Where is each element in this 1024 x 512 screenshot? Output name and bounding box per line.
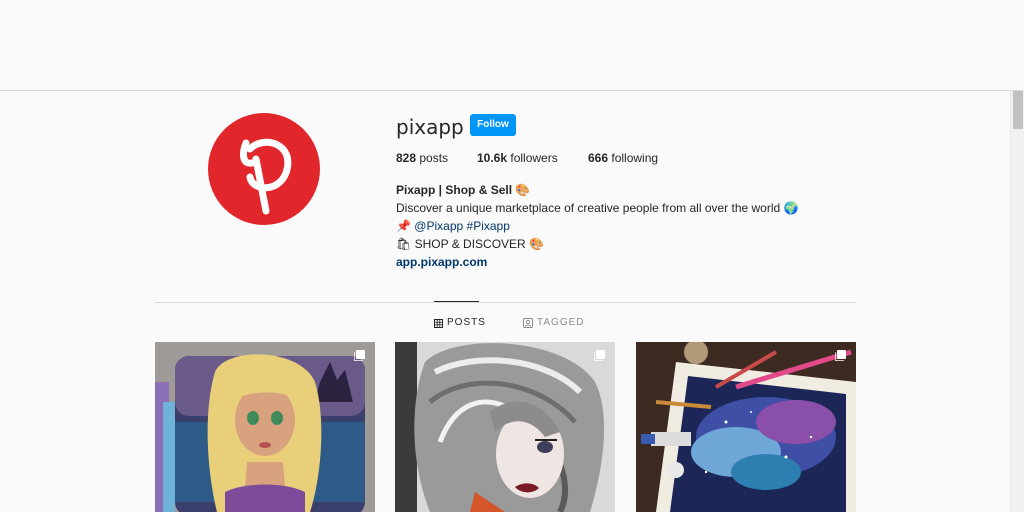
post-image-galaxy-painting [636, 342, 856, 512]
tagged-icon [523, 318, 533, 328]
bio-mentions-line: 📌 @Pixapp #Pixapp [396, 217, 798, 235]
grid-icon [434, 318, 443, 328]
bio-hashtag-link[interactable]: #Pixapp [467, 219, 510, 233]
pixapp-logo-icon [240, 138, 292, 215]
follow-button[interactable]: Follow [470, 114, 516, 136]
top-navigation-bar [0, 0, 1024, 91]
vertical-scrollbar[interactable] [1010, 91, 1024, 512]
posts-count-stat: 828 posts [396, 151, 448, 165]
posts-count: 828 [396, 151, 417, 165]
post-image-silver-hair-girl [395, 342, 615, 512]
scrollbar-thumb[interactable] [1013, 91, 1023, 129]
post-thumbnail[interactable] [636, 342, 856, 512]
tab-tagged[interactable]: TAGGED [523, 317, 584, 329]
pin-icon: 📌 [396, 219, 411, 233]
multiple-images-icon [594, 350, 605, 361]
post-thumbnail[interactable] [155, 342, 375, 512]
multiple-images-icon [354, 350, 365, 361]
following-stat[interactable]: 666 following [588, 151, 658, 165]
following-label: following [611, 151, 659, 165]
tab-tagged-label: TAGGED [537, 317, 585, 328]
multiple-images-icon [835, 350, 846, 361]
tab-posts-label: POSTS [447, 317, 486, 328]
profile-username: pixapp [396, 115, 464, 139]
posts-label: posts [419, 151, 449, 165]
bio-description: Discover a unique marketplace of creativ… [396, 201, 799, 215]
followers-stat[interactable]: 10.6k followers [477, 151, 558, 165]
profile-avatar[interactable] [208, 113, 320, 225]
post-thumbnail[interactable] [395, 342, 615, 512]
tabs-divider [155, 302, 856, 303]
bio-shop-line: 🛍 SHOP & DISCOVER 🎨 [396, 237, 544, 251]
followers-count: 10.6k [477, 151, 508, 165]
bio-mention-link[interactable]: @Pixapp [414, 219, 463, 233]
tab-posts[interactable]: POSTS [434, 317, 486, 329]
followers-label: followers [510, 151, 558, 165]
active-tab-indicator [434, 301, 479, 302]
profile-bio: Pixapp | Shop & Sell 🎨 Discover a unique… [396, 181, 798, 271]
bio-full-name: Pixapp | Shop & Sell 🎨 [396, 183, 531, 197]
following-count: 666 [588, 151, 609, 165]
post-image-blonde-girl [155, 342, 375, 512]
bio-website-link[interactable]: app.pixapp.com [396, 255, 487, 269]
